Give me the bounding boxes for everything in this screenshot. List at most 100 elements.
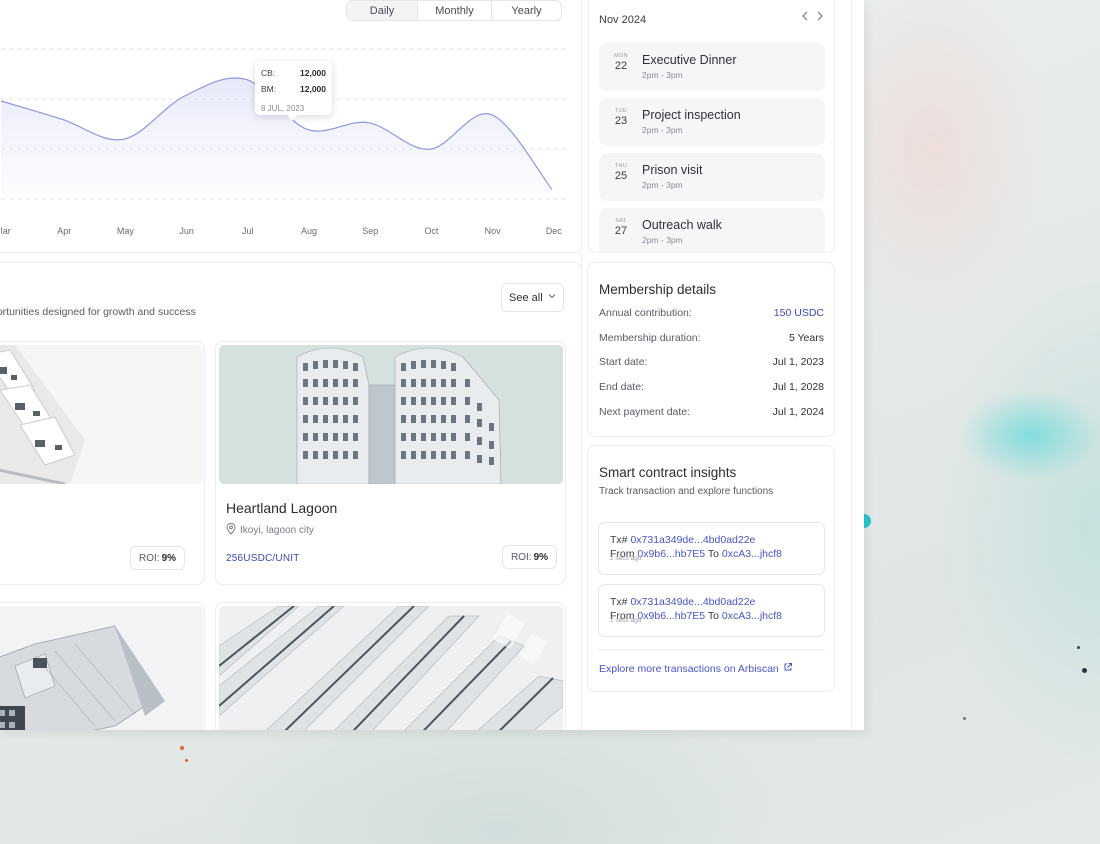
membership-label: End date: bbox=[599, 381, 644, 393]
roi-badge: ROI: 9% bbox=[502, 545, 558, 569]
tx-label: Tx# bbox=[610, 534, 628, 546]
membership-row: Next payment date: Jul 1, 2024 bbox=[599, 406, 824, 418]
tx-label: Tx# bbox=[610, 596, 628, 608]
event-day: 25 bbox=[614, 170, 628, 182]
property-location: Ikoyi, lagoon city bbox=[226, 522, 314, 538]
event-day: 27 bbox=[614, 225, 628, 237]
event-weekday: MON bbox=[614, 53, 628, 59]
property-card[interactable] bbox=[215, 602, 566, 730]
from-address-link[interactable]: 0x9b6...hb7E5 bbox=[637, 610, 705, 622]
property-name: Heartland Lagoon bbox=[226, 500, 338, 516]
chevron-left-icon[interactable] bbox=[801, 10, 809, 25]
event-weekday: TUE bbox=[615, 108, 627, 114]
event-card[interactable]: MON 22 Executive Dinner 2pm - 3pm bbox=[599, 43, 825, 91]
event-weekday: THU bbox=[614, 163, 628, 169]
property-card[interactable] bbox=[0, 602, 205, 730]
explore-arbiscan-link[interactable]: Explore more transactions on Arbiscan bbox=[599, 662, 793, 675]
membership-row: Annual contribution: 150 USDC bbox=[599, 307, 824, 319]
event-title: Prison visit bbox=[642, 163, 703, 177]
roi-value: 9% bbox=[161, 552, 177, 564]
area-chart: Mar Apr May Jun Jul Aug Sep Oct Nov Dec bbox=[1, 48, 566, 236]
tx-time-ago: 2 secs ago bbox=[610, 617, 642, 624]
background-dot bbox=[180, 746, 184, 750]
tooltip-value: 12,000 bbox=[300, 84, 326, 94]
smart-contract-subtitle: Track transaction and explore functions bbox=[599, 486, 774, 497]
tx-hash-link[interactable]: 0x731a349de...4bd0ad22e bbox=[630, 596, 755, 608]
event-date: MON 22 bbox=[607, 53, 635, 72]
x-axis-tick-label: May bbox=[117, 226, 135, 236]
membership-panel: Membership details Annual contribution: … bbox=[587, 262, 835, 437]
tooltip-date: 8 JUL, 2023 bbox=[261, 104, 305, 113]
event-time: 2pm - 3pm bbox=[642, 125, 683, 135]
location-text: Ikoyi, lagoon city bbox=[240, 525, 314, 536]
x-axis-tick-label: Sep bbox=[362, 226, 378, 236]
x-axis-tick-label: Jun bbox=[179, 226, 194, 236]
dashboard-window: Daily Monthly Yearly MarAprMayJunJulAugS… bbox=[0, 0, 864, 730]
x-axis-tick-label: Jul bbox=[242, 226, 254, 236]
tooltip-row-cb: CB: 12,000 bbox=[261, 68, 326, 84]
membership-value: 150 USDC bbox=[773, 307, 824, 319]
tooltip-label: CB: bbox=[261, 68, 276, 78]
x-axis-tick-label: Mar bbox=[1, 226, 11, 236]
scrollbar-track[interactable] bbox=[851, 0, 852, 730]
property-price: 256USDC/UNIT bbox=[226, 553, 300, 564]
x-axis-tick-label: Dec bbox=[546, 226, 563, 236]
events-panel: Nov 2024 MON 22 Executive Dinner 2pm - 3… bbox=[588, 0, 835, 253]
membership-value: Jul 1, 2024 bbox=[772, 406, 824, 418]
background-dot bbox=[863, 514, 871, 528]
chart-tooltip: CB: 12,000 BM: 12,000 8 JUL, 2023 bbox=[255, 61, 332, 121]
membership-label: Next payment date: bbox=[599, 406, 691, 418]
external-link-icon bbox=[783, 662, 793, 675]
events-month: Nov 2024 bbox=[599, 14, 647, 26]
opportunities-panel: s portunities designed for growth and su… bbox=[0, 262, 582, 730]
background-dot bbox=[1077, 646, 1080, 649]
event-date: SAT 27 bbox=[607, 218, 635, 237]
explore-text: Explore more transactions on Arbiscan bbox=[599, 662, 779, 675]
event-time: 2pm - 3pm bbox=[642, 180, 683, 190]
transaction-card[interactable]: Tx# 0x731a349de...4bd0ad22e From 0x9b6..… bbox=[598, 584, 825, 637]
see-all-dropdown[interactable]: See all bbox=[501, 283, 564, 312]
event-card[interactable]: TUE 23 Project inspection 2pm - 3pm bbox=[599, 98, 825, 146]
event-day: 22 bbox=[614, 60, 628, 72]
membership-value: 5 Years bbox=[788, 332, 824, 344]
property-card[interactable]: ROI: 9% bbox=[0, 341, 205, 585]
x-axis-tick-label: Oct bbox=[424, 226, 439, 236]
membership-value: Jul 1, 2028 bbox=[772, 381, 824, 393]
roi-label: ROI: bbox=[511, 551, 532, 563]
event-card[interactable]: SAT 27 Outreach walk 2pm - 3pm bbox=[599, 208, 825, 252]
to-address-link[interactable]: 0xcA3...jhcf8 bbox=[722, 548, 782, 560]
roi-value: 9% bbox=[533, 551, 549, 563]
tooltip-row-bm: BM: 12,000 bbox=[261, 84, 326, 100]
background-dot bbox=[185, 759, 188, 762]
from-address-link[interactable]: 0x9b6...hb7E5 bbox=[637, 548, 705, 560]
tx-time-ago: 2 secs ago bbox=[610, 555, 642, 562]
tx-hash-link[interactable]: 0x731a349de...4bd0ad22e bbox=[630, 534, 755, 546]
chevron-down-icon bbox=[547, 291, 557, 304]
membership-row: End date: Jul 1, 2028 bbox=[599, 381, 824, 393]
roi-label: ROI: bbox=[139, 552, 160, 564]
background-dot bbox=[1082, 668, 1087, 673]
property-image bbox=[0, 606, 203, 730]
smart-contract-title: Smart contract insights bbox=[599, 465, 737, 480]
to-label: To bbox=[707, 548, 719, 560]
opportunities-subtitle: portunities designed for growth and succ… bbox=[0, 306, 196, 318]
chevron-right-icon[interactable] bbox=[816, 10, 824, 25]
x-axis-tick-label: Aug bbox=[301, 226, 317, 236]
property-card[interactable]: Heartland Lagoon Ikoyi, lagoon city 256U… bbox=[215, 341, 566, 585]
event-title: Outreach walk bbox=[642, 218, 722, 232]
membership-row: Membership duration: 5 Years bbox=[599, 332, 824, 344]
transaction-card[interactable]: Tx# 0x731a349de...4bd0ad22e From 0x9b6..… bbox=[598, 522, 825, 575]
event-time: 2pm - 3pm bbox=[642, 235, 683, 245]
background-dot bbox=[963, 717, 966, 720]
smart-contract-panel: Smart contract insights Track transactio… bbox=[587, 445, 835, 692]
divider bbox=[598, 649, 825, 650]
x-axis-tick-label: Nov bbox=[485, 226, 502, 236]
x-axis-tick-label: Apr bbox=[57, 226, 71, 236]
event-title: Project inspection bbox=[642, 108, 741, 122]
event-card[interactable]: THU 25 Prison visit 2pm - 3pm bbox=[599, 153, 825, 201]
to-address-link[interactable]: 0xcA3...jhcf8 bbox=[722, 610, 782, 622]
event-date: THU 25 bbox=[607, 163, 635, 182]
tooltip-value: 12,000 bbox=[300, 68, 326, 78]
event-weekday: SAT bbox=[615, 218, 627, 224]
tooltip-label: BM: bbox=[261, 84, 277, 94]
